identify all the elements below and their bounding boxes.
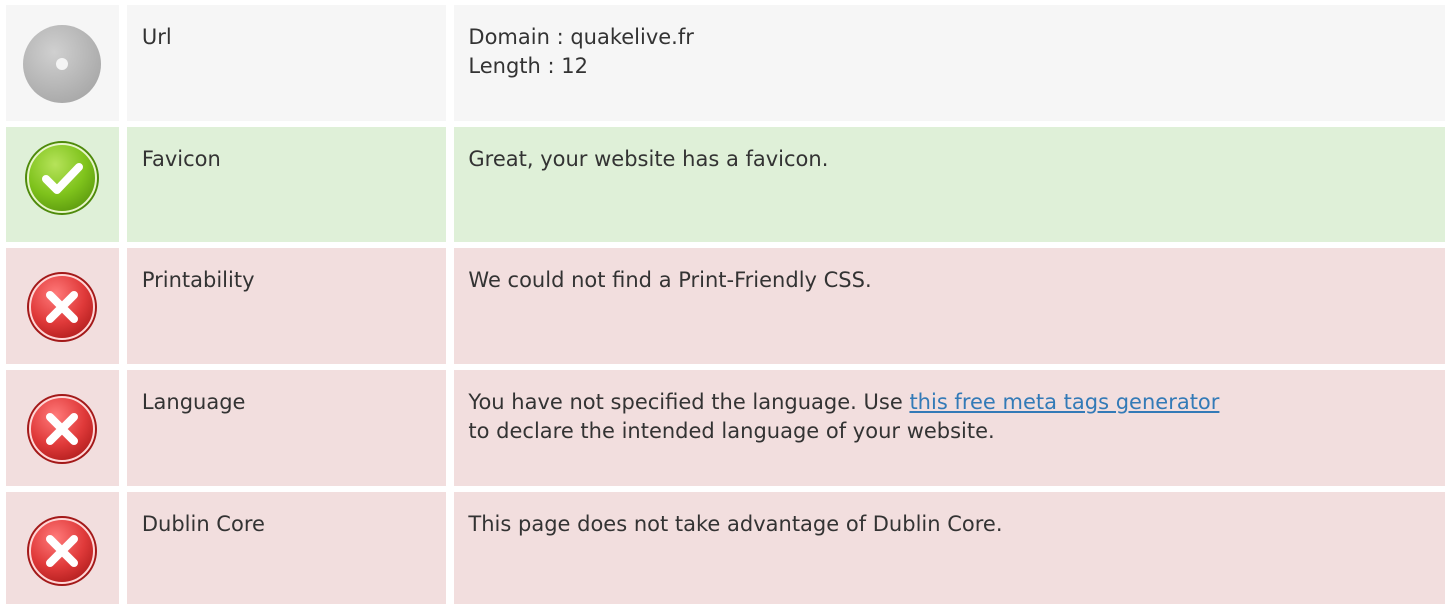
report-row-favicon: Favicon Great, your website has a favico… [0, 127, 1445, 242]
row-label-cell: Favicon [126, 127, 447, 242]
favicon-status-text: Great, your website has a favicon. [468, 147, 829, 171]
row-label: Printability [141, 268, 255, 292]
row-description-cell: This page does not take advantage of Dub… [454, 492, 1445, 604]
language-status-text: You have not specified the language. Use… [468, 388, 1445, 446]
row-label-cell: Printability [126, 248, 447, 364]
status-icon-cell [6, 5, 119, 121]
status-icon-cell [6, 248, 119, 364]
row-label: Url [141, 25, 172, 49]
row-label-cell: Url [126, 5, 447, 121]
report-row-dublin-core: Dublin Core This page does not take adva… [0, 492, 1445, 604]
row-label-cell: Language [126, 370, 447, 486]
domain-text: Domain : quakelive.fr [468, 25, 694, 49]
error-x-icon [27, 394, 98, 464]
status-icon-cell [6, 492, 119, 604]
row-description-cell: Domain : quakelive.fr Length : 12 [454, 5, 1445, 121]
row-description-cell: You have not specified the language. Use… [454, 370, 1445, 486]
row-label: Language [141, 390, 246, 414]
printability-status-text: We could not find a Print-Friendly CSS. [468, 268, 872, 292]
report-row-url: Url Domain : quakelive.fr Length : 12 [0, 5, 1445, 121]
language-text-before: You have not specified the language. Use [468, 390, 910, 414]
report-row-printability: Printability We could not find a Print-F… [0, 248, 1445, 364]
status-icon-cell [6, 127, 119, 242]
row-label-cell: Dublin Core [126, 492, 447, 604]
language-text-after: to declare the intended language of your… [468, 419, 995, 443]
neutral-circle-icon [23, 25, 102, 103]
check-icon [25, 141, 100, 215]
error-x-icon [27, 516, 98, 586]
length-text: Length : 12 [468, 54, 588, 78]
row-description-cell: We could not find a Print-Friendly CSS. [454, 248, 1445, 364]
row-description-cell: Great, your website has a favicon. [454, 127, 1445, 242]
error-x-icon [27, 272, 98, 342]
report-row-language: Language You have not specified the lang… [0, 370, 1445, 486]
meta-tags-generator-link[interactable]: this free meta tags generator [909, 390, 1219, 414]
status-icon-cell [6, 370, 119, 486]
dublin-core-status-text: This page does not take advantage of Dub… [468, 512, 1003, 536]
row-label: Favicon [141, 147, 221, 171]
row-label: Dublin Core [141, 512, 265, 536]
seo-report-table: Url Domain : quakelive.fr Length : 12 Fa… [0, 0, 1445, 604]
